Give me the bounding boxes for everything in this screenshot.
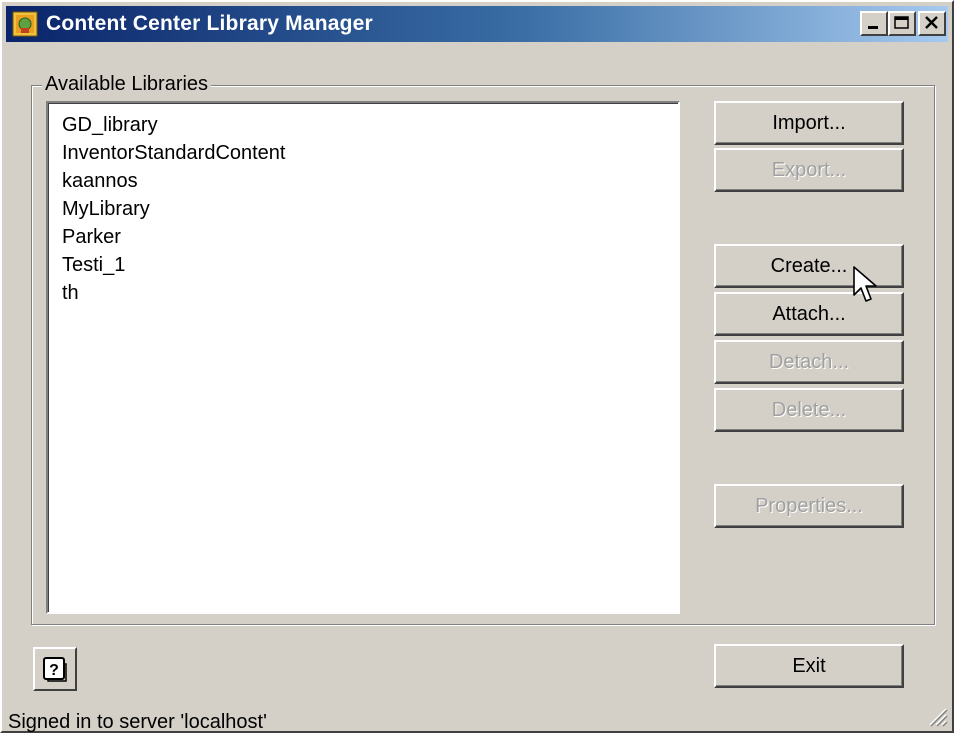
help-button[interactable]: ? bbox=[33, 647, 77, 691]
maximize-icon bbox=[894, 16, 909, 29]
window-title: Content Center Library Manager bbox=[46, 12, 373, 35]
list-item[interactable]: GD_library bbox=[62, 111, 158, 139]
mouse-pointer-icon bbox=[853, 266, 877, 302]
list-item[interactable]: kaannos bbox=[62, 167, 138, 195]
svg-text:?: ? bbox=[49, 662, 59, 679]
exit-button[interactable]: Exit bbox=[714, 644, 904, 688]
resize-grip-icon[interactable] bbox=[926, 705, 948, 727]
library-list[interactable]: GD_library InventorStandardContent kaann… bbox=[46, 101, 680, 614]
close-icon bbox=[925, 16, 938, 29]
list-item[interactable]: Parker bbox=[62, 223, 121, 251]
import-button[interactable]: Import... bbox=[714, 101, 904, 145]
detach-button[interactable]: Detach... bbox=[714, 340, 904, 384]
status-text: Signed in to server 'localhost' bbox=[8, 711, 267, 733]
close-button[interactable] bbox=[918, 11, 946, 36]
content-center-app-icon bbox=[12, 11, 38, 37]
help-icon: ? bbox=[43, 657, 67, 682]
library-manager-window: Content Center Library Manager Available… bbox=[0, 0, 954, 733]
properties-button[interactable]: Properties... bbox=[714, 484, 904, 528]
available-libraries-label: Available Libraries bbox=[42, 72, 212, 96]
maximize-button[interactable] bbox=[888, 11, 916, 36]
delete-button[interactable]: Delete... bbox=[714, 388, 904, 432]
minimize-button[interactable] bbox=[860, 11, 888, 36]
list-item[interactable]: InventorStandardContent bbox=[62, 139, 286, 167]
export-button[interactable]: Export... bbox=[714, 148, 904, 192]
list-item[interactable]: th bbox=[62, 279, 79, 307]
list-item[interactable]: MyLibrary bbox=[62, 195, 150, 223]
minimize-icon bbox=[868, 26, 878, 29]
title-bar[interactable]: Content Center Library Manager bbox=[6, 6, 948, 42]
list-item[interactable]: Testi_1 bbox=[62, 251, 125, 279]
